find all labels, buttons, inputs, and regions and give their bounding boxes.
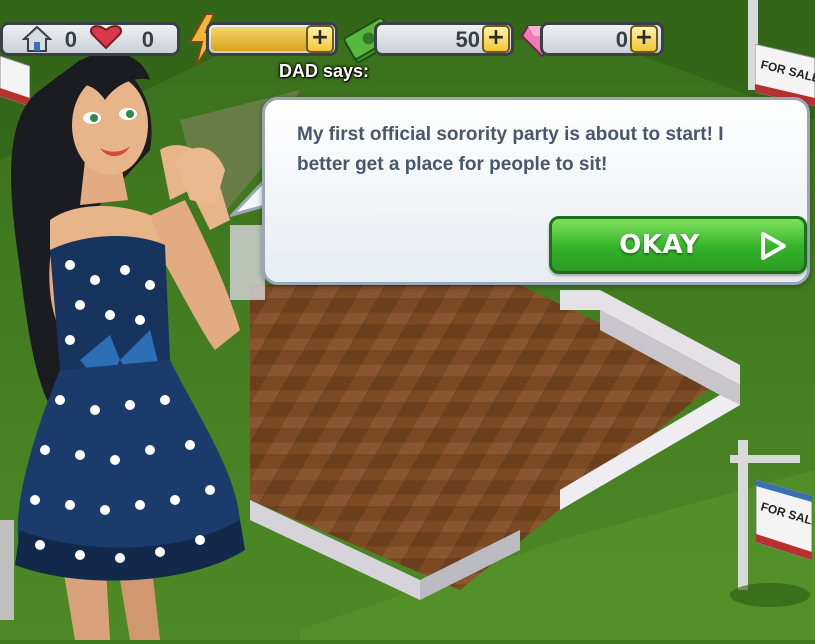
gems-plus-button[interactable]: + bbox=[630, 25, 658, 53]
house-icon bbox=[22, 25, 52, 52]
heart-icon bbox=[90, 25, 122, 50]
speaker-label: DAD says: bbox=[279, 61, 370, 81]
speech-bubble: My first official sorority party is abou… bbox=[262, 97, 810, 285]
for-sale-sign-bottom: FOR SALE bbox=[756, 480, 812, 560]
energy-plus-button[interactable]: + bbox=[306, 25, 334, 53]
character-dad bbox=[11, 52, 245, 640]
energy-bar-fill bbox=[211, 27, 311, 51]
okay-button[interactable]: OKAY bbox=[549, 216, 807, 274]
gems-value: 0 bbox=[615, 27, 628, 52]
dialog-message: My first official sorority party is abou… bbox=[297, 124, 724, 175]
cash-value: 50 bbox=[455, 27, 480, 52]
hearts-count: 0 bbox=[141, 27, 154, 52]
houses-count: 0 bbox=[64, 27, 77, 52]
cash-plus-button[interactable]: + bbox=[482, 25, 510, 53]
game-scene: FOR SALE FOR SALE 0 0 + 50 + 0 + DAD say… bbox=[0, 0, 815, 640]
play-arrow-icon bbox=[761, 232, 786, 260]
okay-button-label: OKAY bbox=[619, 230, 700, 260]
